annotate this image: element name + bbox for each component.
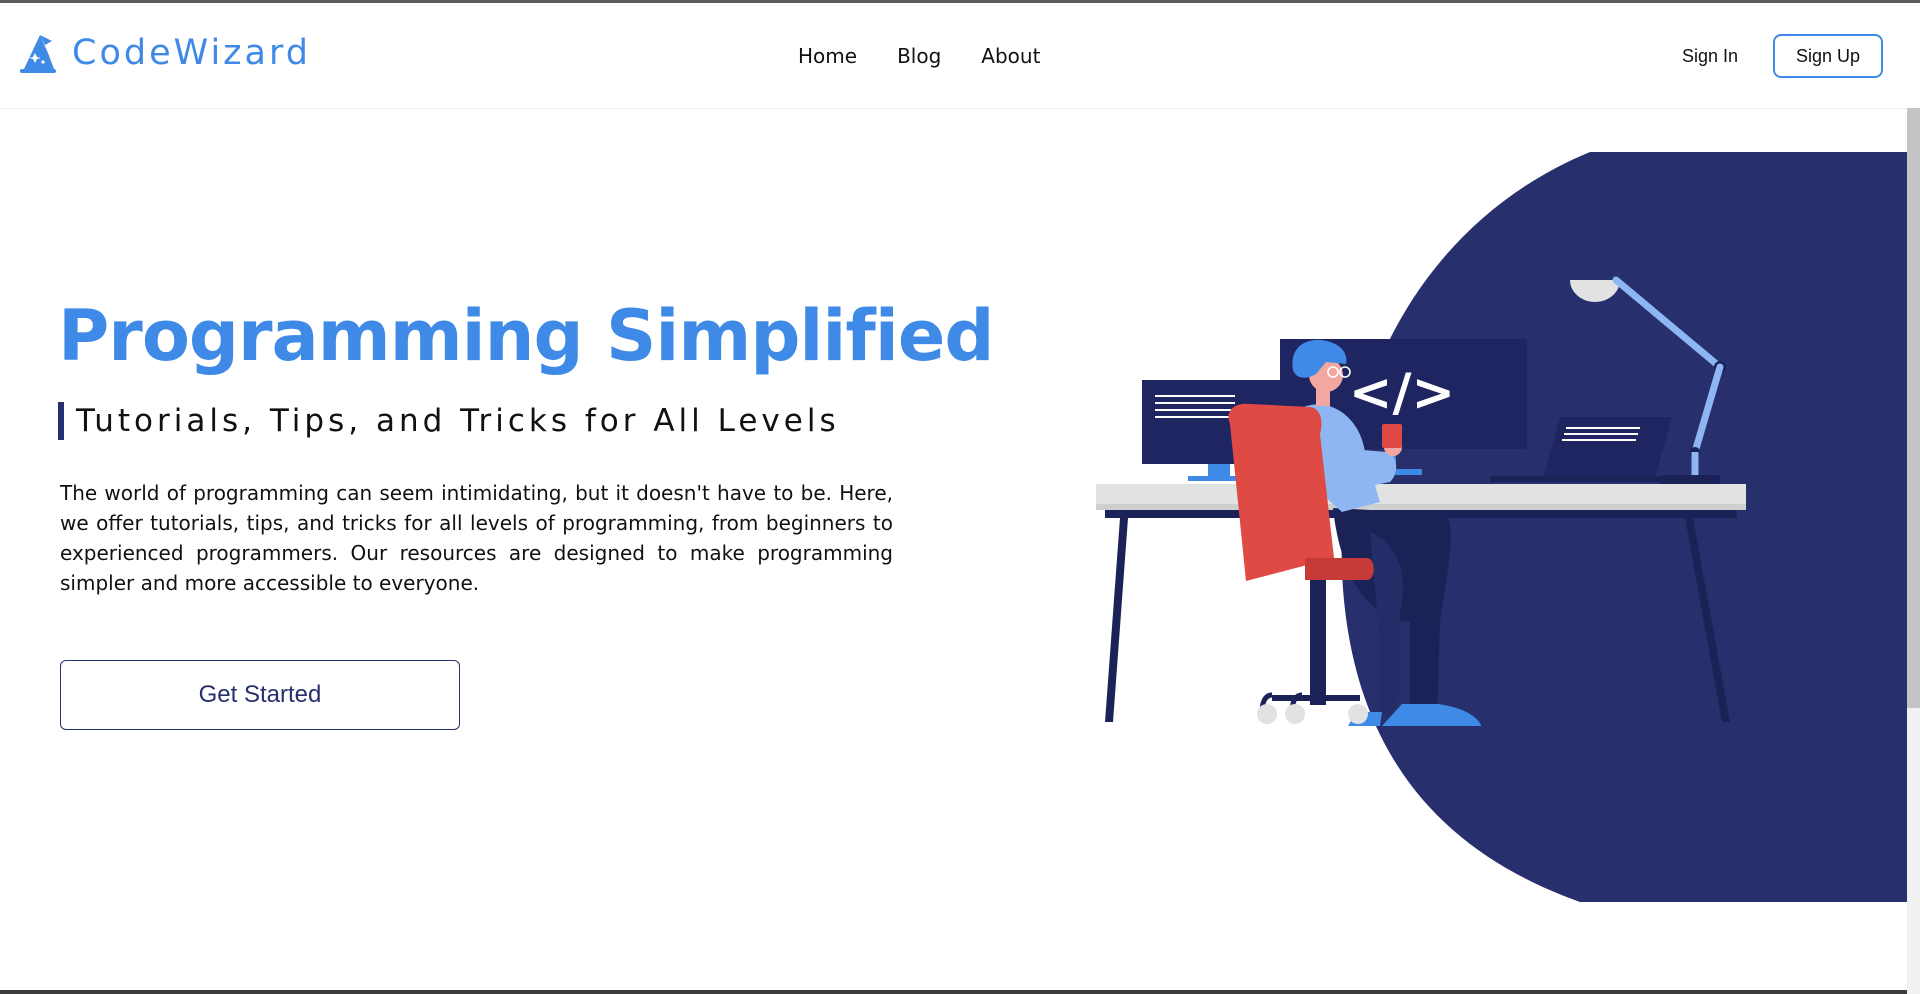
site-header: CodeWizard Home Blog About Sign In Sign … xyxy=(0,3,1907,109)
nav-about-link[interactable]: About xyxy=(981,41,1040,71)
hero-subtitle: Tutorials, Tips, and Tricks for All Leve… xyxy=(58,402,840,440)
logo-link[interactable]: CodeWizard xyxy=(18,31,311,75)
sign-up-button[interactable]: Sign Up xyxy=(1773,34,1883,78)
code-symbol: </> xyxy=(1349,363,1455,423)
main-nav: Home Blog About xyxy=(798,41,1040,71)
nav-blog-link[interactable]: Blog xyxy=(897,41,941,71)
programmer-illustration: </> xyxy=(1096,152,1907,902)
hero-description: The world of programming can seem intimi… xyxy=(60,481,893,595)
sign-in-button[interactable]: Sign In xyxy=(1670,41,1750,71)
nav-home-link[interactable]: Home xyxy=(798,41,857,71)
brand-name: CodeWizard xyxy=(72,33,311,73)
get-started-button[interactable]: Get Started xyxy=(60,660,460,730)
hero-title: Programming Simplified xyxy=(58,295,994,377)
window-bottom-border xyxy=(0,990,1907,994)
wizard-hat-icon xyxy=(20,35,56,73)
scrollbar-thumb[interactable] xyxy=(1907,108,1920,708)
